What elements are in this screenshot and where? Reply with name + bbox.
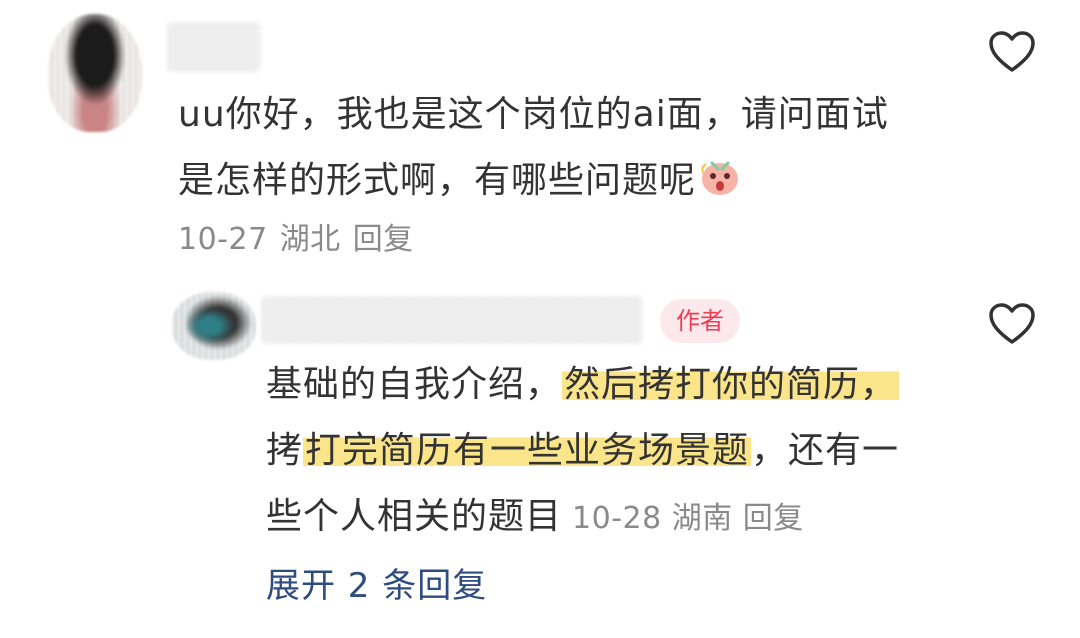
avatar[interactable] bbox=[48, 14, 142, 132]
heart-outline-icon[interactable] bbox=[988, 30, 1036, 74]
reply-text: 基础的自我介绍，然后拷打你的简历， 拷打完简历有一些业务场景题，还有一 些个人相… bbox=[266, 352, 966, 552]
highlighted-text: 然后拷打你的简历， bbox=[562, 364, 900, 405]
reply-line: 基础的自我介绍，然后拷打你的简历， bbox=[266, 352, 966, 418]
comment-date: 10-27 bbox=[178, 222, 268, 257]
comment-text: uu你好，我也是这个岗位的ai面，请问面试 是怎样的形式啊，有哪些问题呢 bbox=[178, 82, 958, 214]
reply-line: 些个人相关的题目 10-28 湖南 回复 bbox=[266, 484, 966, 552]
shocked-face-emoji bbox=[701, 161, 739, 195]
heart-outline-icon[interactable] bbox=[988, 302, 1036, 346]
expand-replies-link[interactable]: 展开 2 条回复 bbox=[266, 558, 487, 607]
reply-date: 10-28 bbox=[572, 501, 662, 536]
reply-segment: ，还有一 bbox=[751, 430, 900, 471]
comment-line: 是怎样的形式啊，有哪些问题呢 bbox=[178, 148, 958, 214]
reply-button[interactable]: 回复 bbox=[353, 222, 414, 257]
username-blurred[interactable] bbox=[168, 22, 260, 72]
comment-line-text: 是怎样的形式啊，有哪些问题呢 bbox=[178, 160, 697, 201]
reply-line: 拷打完简历有一些业务场景题，还有一 bbox=[266, 418, 966, 484]
comment-meta: 10-27 湖北 回复 bbox=[178, 214, 426, 258]
highlighted-text: 打完简历有一些业务场景题 bbox=[303, 430, 752, 471]
reply-button[interactable]: 回复 bbox=[743, 501, 804, 536]
reply-meta: 10-28 湖南 回复 bbox=[572, 501, 814, 536]
reply-segment: 基础的自我介绍， bbox=[266, 364, 563, 405]
reply-segment: 些个人相关的题目 bbox=[266, 496, 563, 537]
comment-location: 湖北 bbox=[279, 222, 341, 257]
avatar[interactable] bbox=[172, 292, 256, 360]
comment-line: uu你好，我也是这个岗位的ai面，请问面试 bbox=[178, 94, 889, 135]
reply-location: 湖南 bbox=[671, 501, 733, 536]
reply-segment: 拷 bbox=[266, 430, 304, 471]
username-blurred[interactable] bbox=[262, 296, 642, 344]
author-badge: 作者 bbox=[660, 299, 740, 343]
